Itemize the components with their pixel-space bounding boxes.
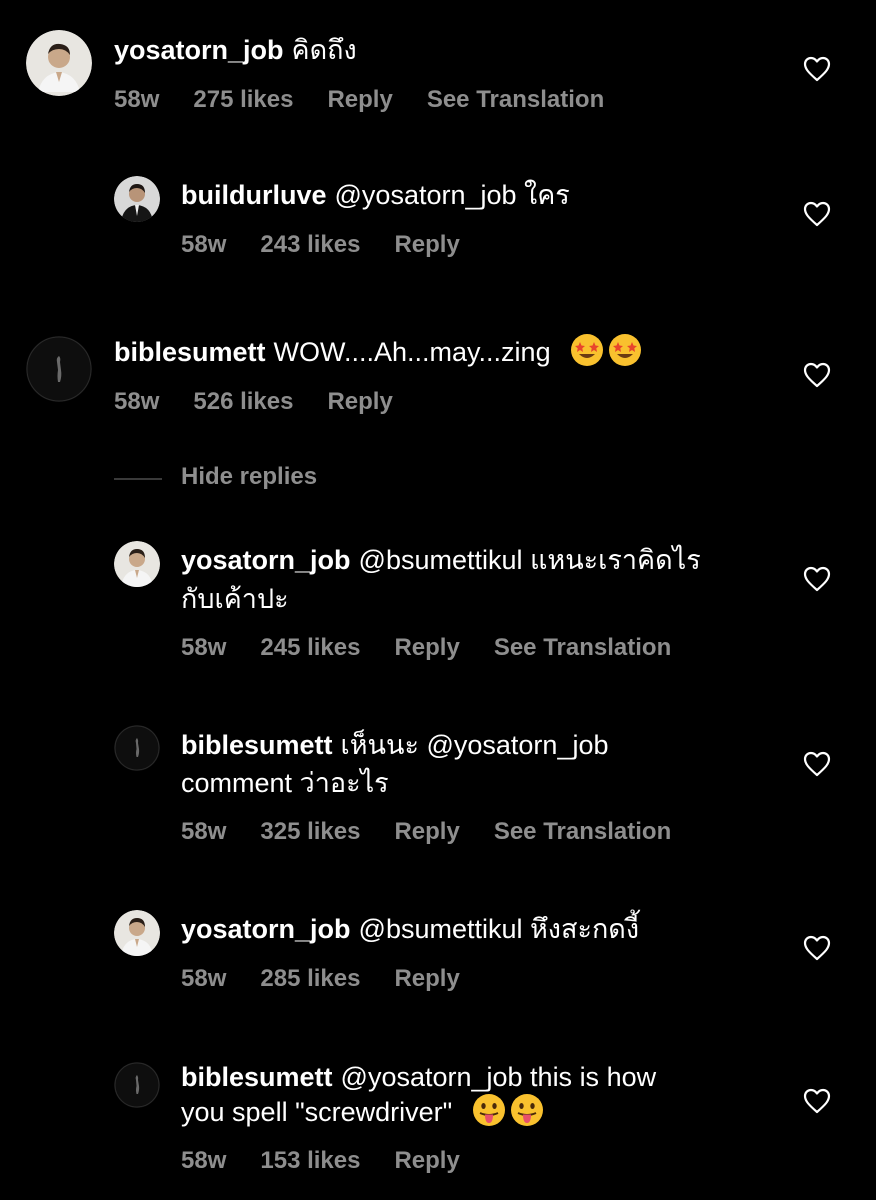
comment-age: 58w [181,1147,227,1174]
comment-text: biblesumett เห็นนะ @yosatorn_job [181,726,609,764]
comment-meta: 58w 526 likes Reply [114,388,427,416]
heart-icon[interactable] [803,935,831,961]
comment-username[interactable]: yosatorn_job [181,914,351,944]
reply-button[interactable]: Reply [394,231,459,258]
comment-age: 58w [114,86,160,113]
comment-username[interactable]: yosatorn_job [181,545,351,575]
avatar[interactable] [26,336,92,402]
reply-button[interactable]: Reply [394,965,459,992]
comment-meta: 58w 243 likes Reply [181,231,494,259]
comment-text: buildurluve @yosatorn_job ใคร [181,176,570,214]
likes-count[interactable]: 325 likes [260,818,360,845]
comment-meta: 58w 245 likes Reply See Translation [181,634,705,662]
comment-meta: 58w 153 likes Reply [181,1147,494,1175]
comment-username[interactable]: yosatorn_job [114,35,284,65]
comment-text: biblesumett WOW....Ah...may...zing [114,333,642,371]
reply-button[interactable]: Reply [394,1147,459,1174]
avatar[interactable] [114,1062,160,1108]
see-translation-button[interactable]: See Translation [494,818,671,845]
comment-body: @bsumettikul หึงสะกดงี้ [358,914,640,944]
comment-username[interactable]: biblesumett [181,730,333,760]
comment-username[interactable]: buildurluve [181,180,327,210]
tongue-out-emoji-icon [510,1094,543,1126]
likes-count[interactable]: 243 likes [260,231,360,258]
comment-age: 58w [181,634,227,661]
star-struck-emoji-icon [609,334,642,366]
heart-icon[interactable] [803,1088,831,1114]
reply-button[interactable]: Reply [394,818,459,845]
comment-text: yosatorn_job คิดถึง [114,31,357,69]
comment-text: biblesumett @yosatorn_job this is how [181,1058,656,1096]
likes-count[interactable]: 275 likes [193,86,293,113]
heart-icon[interactable] [803,201,831,227]
comment-text-continued: you spell "screwdriver" [181,1093,544,1131]
comment-meta: 58w 325 likes Reply See Translation [181,818,705,846]
tongue-out-emoji-icon [472,1094,505,1126]
comment-body-line2: you spell "screwdriver" [181,1097,453,1127]
hide-replies-divider [114,478,162,480]
avatar[interactable] [114,176,160,222]
comment-age: 58w [181,965,227,992]
avatar[interactable] [26,30,92,96]
see-translation-button[interactable]: See Translation [427,86,604,113]
star-struck-emoji-icon [571,334,604,366]
reply-button[interactable]: Reply [327,86,392,113]
comment-body: WOW....Ah...may...zing [273,337,551,367]
comment-username[interactable]: biblesumett [181,1062,333,1092]
comment-body: @yosatorn_job ใคร [334,180,570,210]
likes-count[interactable]: 153 likes [260,1147,360,1174]
comment-meta: 58w 285 likes Reply [181,965,494,993]
heart-icon[interactable] [803,56,831,82]
comment-body: @yosatorn_job this is how [340,1062,657,1092]
heart-icon[interactable] [803,362,831,388]
comment-meta: 58w 275 likes Reply See Translation [114,86,638,114]
comment-body: เห็นนะ @yosatorn_job [340,730,609,760]
likes-count[interactable]: 285 likes [260,965,360,992]
comment-body: @bsumettikul แหนะเราคิดไร [358,545,701,575]
avatar[interactable] [114,541,160,587]
comment-age: 58w [114,388,160,415]
see-translation-button[interactable]: See Translation [494,634,671,661]
hide-replies-button[interactable]: Hide replies [181,463,317,491]
heart-icon[interactable] [803,751,831,777]
comment-text: yosatorn_job @bsumettikul หึงสะกดงี้ [181,910,639,948]
comment-text: yosatorn_job @bsumettikul แหนะเราคิดไร [181,541,701,579]
avatar[interactable] [114,910,160,956]
comment-body: คิดถึง [291,35,357,65]
avatar[interactable] [114,725,160,771]
likes-count[interactable]: 245 likes [260,634,360,661]
comment-username[interactable]: biblesumett [114,337,266,367]
reply-button[interactable]: Reply [394,634,459,661]
comment-text-continued: comment ว่าอะไร [181,768,389,798]
reply-button[interactable]: Reply [327,388,392,415]
comment-age: 58w [181,818,227,845]
comment-text-continued: กับเค้าปะ [181,584,289,614]
comment-age: 58w [181,231,227,258]
likes-count[interactable]: 526 likes [193,388,293,415]
heart-icon[interactable] [803,566,831,592]
